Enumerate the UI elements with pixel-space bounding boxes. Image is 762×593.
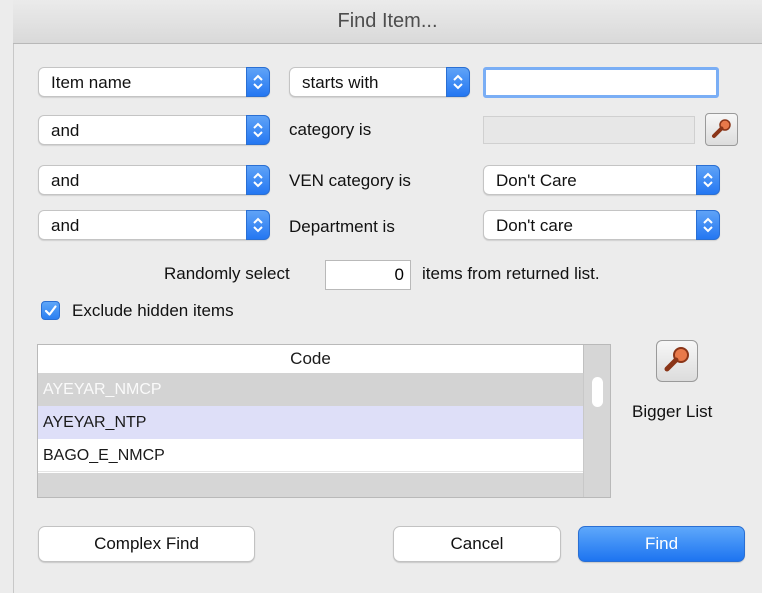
department-value: Don't care	[496, 216, 573, 235]
department-popup[interactable]: Don't care	[483, 210, 720, 240]
category-conjunction-value: and	[51, 121, 80, 140]
window-title: Find Item...	[337, 10, 438, 32]
field-selector-popup[interactable]: Item name	[38, 67, 270, 97]
scrollbar-thumb[interactable]	[592, 377, 603, 407]
category-input	[484, 117, 694, 143]
random-count-input[interactable]	[326, 261, 410, 289]
bigger-list-button[interactable]	[656, 340, 698, 382]
ven-category-popup[interactable]: Don't Care	[483, 165, 720, 195]
field-selector-value: Item name	[51, 73, 132, 92]
department-conjunction-value: and	[51, 216, 80, 235]
bigger-list-label: Bigger List	[632, 402, 713, 421]
complex-find-button[interactable]: Complex Find	[38, 526, 255, 562]
checkmark-icon	[44, 305, 57, 316]
table-header-corner	[583, 345, 610, 373]
popup-stepper-icon	[246, 115, 270, 145]
popup-stepper-icon	[696, 210, 720, 240]
popup-stepper-icon	[246, 67, 270, 97]
popup-stepper-icon	[446, 67, 470, 97]
operator-value: starts with	[302, 73, 379, 92]
popup-stepper-icon	[246, 165, 270, 195]
category-label: category is	[289, 120, 372, 139]
table-row[interactable]: BAGO_E_NMCP	[38, 439, 583, 472]
random-prefix-label: Randomly select	[164, 264, 290, 283]
category-conjunction-popup[interactable]: and	[38, 115, 270, 145]
random-count-field[interactable]	[325, 260, 411, 290]
title-bar: Find Item...	[13, 0, 762, 44]
department-label: Department is	[289, 217, 395, 236]
ven-conjunction-value: and	[51, 171, 80, 190]
exclude-hidden-label: Exclude hidden items	[72, 301, 234, 320]
vertical-scrollbar[interactable]	[583, 373, 610, 497]
results-table[interactable]: Code AYEYAR_NMCP AYEYAR_NTP BAGO_E_NMCP	[37, 344, 611, 498]
category-lookup-button[interactable]	[705, 113, 738, 146]
table-row[interactable]: AYEYAR_NTP	[38, 406, 583, 439]
magnifier-icon	[664, 347, 689, 372]
search-value-field[interactable]	[483, 67, 719, 98]
popup-stepper-icon	[696, 165, 720, 195]
ven-category-label: VEN category is	[289, 171, 411, 190]
ven-category-value: Don't Care	[496, 171, 577, 190]
table-row[interactable]: AYEYAR_NMCP	[38, 373, 583, 406]
cancel-button[interactable]: Cancel	[393, 526, 561, 562]
find-button[interactable]: Find	[578, 526, 745, 562]
table-header-code[interactable]: Code	[38, 345, 583, 374]
category-field	[483, 116, 695, 144]
exclude-hidden-checkbox[interactable]	[41, 301, 60, 320]
popup-stepper-icon	[246, 210, 270, 240]
operator-popup[interactable]: starts with	[289, 67, 470, 97]
search-value-input[interactable]	[486, 70, 716, 95]
random-suffix-label: items from returned list.	[422, 264, 600, 283]
magnifier-icon	[712, 119, 731, 138]
ven-conjunction-popup[interactable]: and	[38, 165, 270, 195]
department-conjunction-popup[interactable]: and	[38, 210, 270, 240]
horizontal-scrollbar[interactable]	[38, 473, 583, 497]
